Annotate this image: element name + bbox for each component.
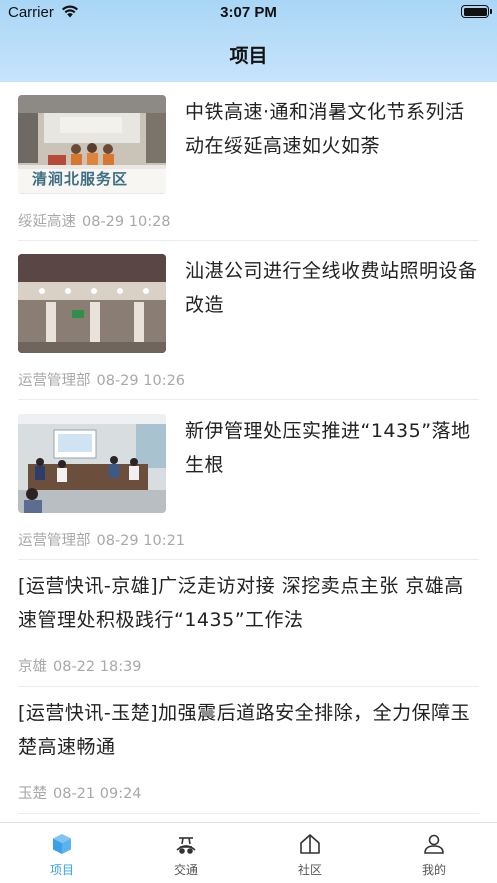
article-meta: 运营管理部 08-29 10:26	[18, 369, 185, 390]
divider	[18, 399, 479, 400]
divider	[18, 813, 479, 814]
header: Carrier 3:07 PM 项目	[0, 0, 497, 82]
article-date: 08-29 10:21	[96, 533, 186, 549]
tab-label: 社区	[297, 863, 322, 877]
article-item[interactable]: 清涧北服务区 中铁高速·通和消暑文化节系列活动在绥延高速如火如荼 绥延高速 08-…	[18, 95, 479, 241]
road-vehicle-icon	[176, 837, 196, 854]
tab-label: 交通	[173, 863, 198, 877]
article-meta: 运营管理部 08-29 10:21	[18, 529, 185, 550]
page-title: 项目	[229, 45, 268, 67]
article-meta: 京雄 08-22 18:39	[18, 655, 142, 676]
divider	[18, 686, 479, 687]
article-source: 玉楚	[18, 786, 47, 802]
article-item[interactable]: 汕湛公司进行全线收费站照明设备改造 运营管理部 08-29 10:26	[18, 254, 479, 400]
cube-icon	[53, 834, 71, 854]
tab-label: 我的	[421, 863, 446, 877]
article-thumbnail	[18, 254, 166, 353]
article-date: 08-22 18:39	[53, 659, 142, 675]
tab-community[interactable]: 社区	[248, 823, 372, 883]
divider	[18, 559, 479, 560]
tab-project[interactable]: 项目	[0, 823, 124, 883]
tab-mine[interactable]: 我的	[372, 823, 496, 883]
status-bar: Carrier 3:07 PM	[0, 0, 497, 28]
person-icon	[424, 834, 444, 854]
article-title[interactable]: 新伊管理处压实推进“1435”落地生根	[185, 414, 479, 482]
article-date: 08-29 10:26	[96, 373, 186, 389]
status-time: 3:07 PM	[220, 4, 277, 21]
article-source: 运营管理部	[18, 373, 91, 389]
article-title[interactable]: [运营快讯-京雄]广泛走访对接 深挖卖点主张 京雄高速管理处积极践行“1435”…	[18, 569, 479, 637]
article-title[interactable]: 中铁高速·通和消暑文化节系列活动在绥延高速如火如荼	[185, 95, 479, 163]
thumbnail-caption: 清涧北服务区	[32, 170, 129, 188]
tab-label: 项目	[49, 863, 74, 877]
house-icon	[300, 834, 320, 854]
battery-icon	[461, 5, 492, 18]
article-thumbnail	[18, 414, 166, 513]
article-source: 京雄	[18, 659, 47, 675]
article-meta: 绥延高速 08-29 10:28	[18, 210, 171, 231]
tab-traffic[interactable]: 交通	[124, 823, 248, 883]
article-date: 08-21 09:24	[53, 786, 142, 802]
article-item[interactable]: [运营快讯-玉楚]加强震后道路安全排除，全力保障玉楚高速畅通 玉楚 08-21 0…	[18, 696, 479, 814]
article-source: 绥延高速	[18, 214, 76, 230]
divider	[18, 240, 479, 241]
tab-bar: 项目 交通 社区 我的	[0, 822, 497, 883]
article-source: 运营管理部	[18, 533, 91, 549]
article-meta: 玉楚 08-21 09:24	[18, 782, 142, 803]
article-date: 08-29 10:28	[82, 214, 171, 230]
article-title[interactable]: [运营快讯-玉楚]加强震后道路安全排除，全力保障玉楚高速畅通	[18, 696, 479, 764]
article-title[interactable]: 汕湛公司进行全线收费站照明设备改造	[185, 254, 479, 322]
article-item[interactable]: 新伊管理处压实推进“1435”落地生根 运营管理部 08-29 10:21	[18, 414, 479, 560]
article-thumbnail: 清涧北服务区	[18, 95, 166, 194]
article-list[interactable]: 清涧北服务区 中铁高速·通和消暑文化节系列活动在绥延高速如火如荼 绥延高速 08-…	[0, 82, 497, 822]
article-item[interactable]: [运营快讯-京雄]广泛走访对接 深挖卖点主张 京雄高速管理处积极践行“1435”…	[18, 569, 479, 687]
